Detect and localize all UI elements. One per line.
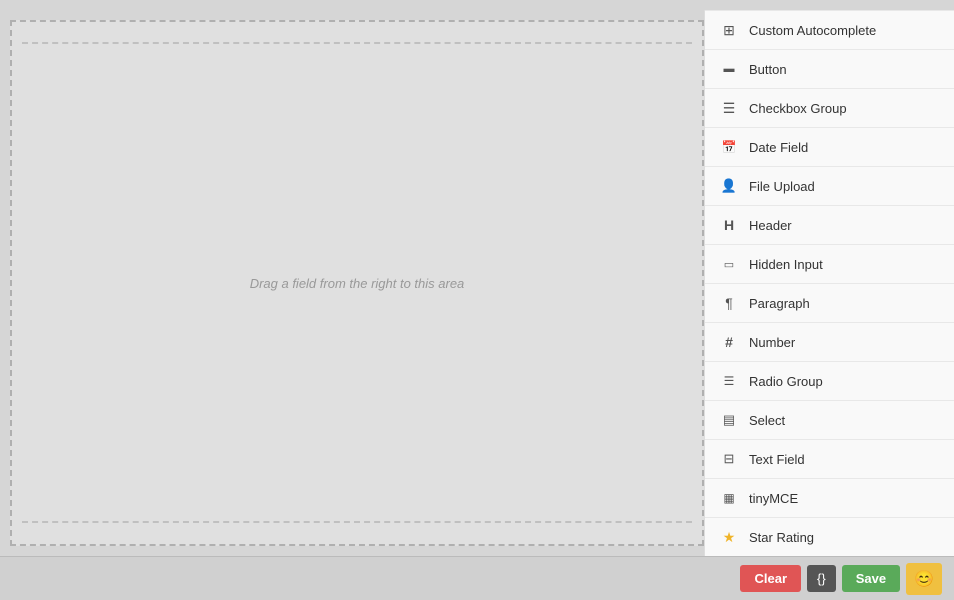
save-button[interactable]: Save	[842, 565, 900, 592]
number-icon	[719, 332, 739, 352]
drop-hint-text: Drag a field from the right to this area	[250, 276, 465, 291]
sidebar-item-checkbox-group[interactable]: Checkbox Group	[705, 89, 954, 128]
sidebar-label-text-field: Text Field	[749, 452, 805, 467]
sidebar-label-file-upload: File Upload	[749, 179, 815, 194]
sidebar-item-button[interactable]: Button	[705, 50, 954, 89]
sidebar-item-tinymce[interactable]: tinyMCE	[705, 479, 954, 518]
main-container: Drag a field from the right to this area…	[0, 10, 954, 556]
sidebar-label-button: Button	[749, 62, 787, 77]
sidebar-item-select[interactable]: Select	[705, 401, 954, 440]
json-button[interactable]: {}	[807, 565, 836, 592]
radio-icon	[719, 371, 739, 391]
sidebar-item-text-field[interactable]: Text Field	[705, 440, 954, 479]
top-spacer	[0, 0, 954, 10]
sidebar-item-date-field[interactable]: Date Field	[705, 128, 954, 167]
sidebar-label-hidden-input: Hidden Input	[749, 257, 823, 272]
sidebar-label-star-rating: Star Rating	[749, 530, 814, 545]
sidebar-label-date-field: Date Field	[749, 140, 808, 155]
sidebar-label-checkbox-group: Checkbox Group	[749, 101, 847, 116]
header-icon	[719, 215, 739, 235]
upload-icon	[719, 176, 739, 196]
clear-button[interactable]: Clear	[740, 565, 801, 592]
sidebar-item-header[interactable]: Header	[705, 206, 954, 245]
autocomplete-icon	[719, 20, 739, 40]
select-icon	[719, 410, 739, 430]
sidebar-item-radio-group[interactable]: Radio Group	[705, 362, 954, 401]
sidebar-label-paragraph: Paragraph	[749, 296, 810, 311]
textfield-icon	[719, 449, 739, 469]
sidebar-label-custom-autocomplete: Custom Autocomplete	[749, 23, 876, 38]
sidebar-label-header: Header	[749, 218, 792, 233]
sidebar-item-star-rating[interactable]: Star Rating	[705, 518, 954, 556]
sidebar-item-hidden-input[interactable]: Hidden Input	[705, 245, 954, 284]
sidebar-item-paragraph[interactable]: Paragraph	[705, 284, 954, 323]
sidebar-label-select: Select	[749, 413, 785, 428]
tinymce-icon	[719, 488, 739, 508]
button-icon	[719, 59, 739, 79]
sidebar-label-tinymce: tinyMCE	[749, 491, 798, 506]
emoji-button[interactable]: 😊	[906, 563, 942, 595]
canvas-drop-area[interactable]: Drag a field from the right to this area	[10, 20, 704, 546]
sidebar-label-number: Number	[749, 335, 795, 350]
sidebar-label-radio-group: Radio Group	[749, 374, 823, 389]
bottom-bar: Clear {} Save 😊	[0, 556, 954, 600]
star-icon	[719, 527, 739, 547]
sidebar-item-custom-autocomplete[interactable]: Custom Autocomplete	[705, 10, 954, 50]
checkbox-icon	[719, 98, 739, 118]
sidebar-item-number[interactable]: Number	[705, 323, 954, 362]
sidebar-item-file-upload[interactable]: File Upload	[705, 167, 954, 206]
field-sidebar: Custom Autocomplete Button Checkbox Group D…	[704, 10, 954, 556]
hidden-icon	[719, 254, 739, 274]
date-icon	[719, 137, 739, 157]
paragraph-icon	[719, 293, 739, 313]
